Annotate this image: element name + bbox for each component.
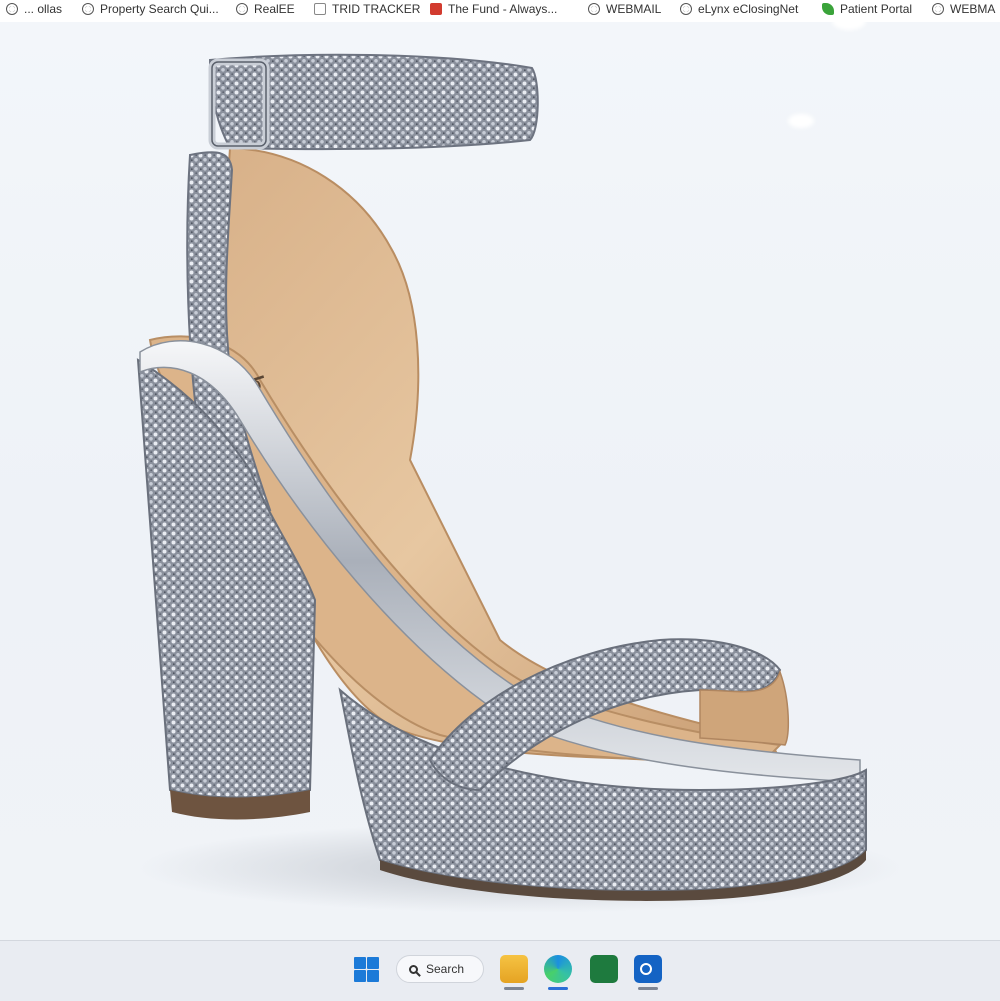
bookmark-label: ... ollas (24, 2, 63, 16)
globe-icon (82, 3, 94, 15)
bookmark-label: RealEE (254, 2, 295, 16)
page-content: bar III (0, 22, 1000, 940)
bookmark-label: eLynx eClosingNet (698, 2, 799, 16)
globe-icon (680, 3, 692, 15)
active-indicator (548, 987, 568, 990)
windows-logo-icon (367, 970, 379, 982)
globe-icon (236, 3, 248, 15)
taskbar: Search (0, 940, 1000, 1001)
edge-browser-icon[interactable] (544, 955, 572, 983)
red-square-icon (430, 3, 442, 15)
bookmark-item-3[interactable]: RealEE (236, 0, 295, 18)
bookmark-label: Property Search Qui... (100, 2, 219, 16)
product-image: bar III (136, 53, 900, 913)
file-explorer-icon[interactable] (500, 955, 528, 983)
bookmark-item-6[interactable]: WEBMAIL (588, 0, 661, 18)
leaf-icon (822, 3, 834, 15)
bookmark-item-9[interactable]: WEBMA (932, 0, 995, 18)
bookmark-item-8[interactable]: Patient Portal (822, 0, 912, 18)
windows-logo-icon (354, 957, 366, 969)
bookmark-label: WEBMA (950, 2, 996, 16)
spreadsheet-app-icon[interactable] (590, 955, 618, 983)
windows-logo-icon (367, 957, 379, 969)
windows-logo-icon (354, 970, 366, 982)
search-icon (409, 964, 418, 974)
bookmark-label: WEBMAIL (606, 2, 662, 16)
globe-icon (932, 3, 944, 15)
ankle-strap (208, 53, 539, 151)
bookmark-item-2[interactable]: Property Search Qui... (82, 0, 219, 18)
search-label: Search (426, 962, 465, 976)
bookmark-item-5[interactable]: The Fund - Always... (430, 0, 557, 18)
bookmark-label: Patient Portal (840, 2, 913, 16)
globe-icon (588, 3, 600, 15)
bookmark-item-1[interactable]: ... ollas (6, 0, 62, 18)
active-indicator (638, 987, 658, 990)
bookmarks-bar: ... ollas Property Search Qui... RealEE … (0, 0, 1000, 23)
bookmark-label: TRID TRACKER (332, 2, 421, 16)
active-indicator (504, 987, 524, 990)
start-button[interactable] (352, 955, 380, 983)
bookmark-item-7[interactable]: eLynx eClosingNet (680, 0, 798, 18)
doc-icon (314, 3, 326, 15)
outlook-icon[interactable] (634, 955, 662, 983)
bookmark-item-4[interactable]: TRID TRACKER (314, 0, 420, 18)
globe-icon (6, 3, 18, 15)
taskbar-search[interactable]: Search (396, 955, 484, 983)
bookmark-label: The Fund - Always... (448, 2, 558, 16)
